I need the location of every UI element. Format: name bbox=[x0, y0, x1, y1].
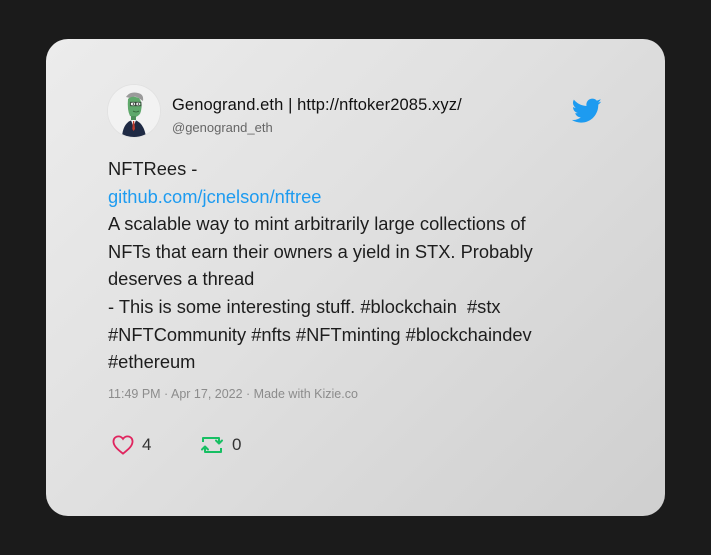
retweet-button[interactable]: 0 bbox=[200, 429, 241, 461]
tweet-line: NFTs that earn their owners a yield in S… bbox=[108, 240, 533, 262]
user-display-name[interactable]: Genogrand.eth | http://nftoker2085.xyz/ bbox=[172, 96, 462, 115]
tweet-line: deserves a thread bbox=[108, 268, 255, 290]
tweet-line: - This is some interesting stuff. #block… bbox=[108, 295, 501, 317]
retweet-icon bbox=[201, 437, 223, 453]
retweet-count: 0 bbox=[232, 435, 242, 454]
user-handle[interactable]: @genogrand_eth bbox=[172, 120, 273, 135]
tweet-card: Genogrand.eth | http://nftoker2085.xyz/ … bbox=[46, 39, 665, 516]
tweet-line: #NFTCommunity #nfts #NFTminting #blockch… bbox=[108, 323, 532, 345]
tweet-line: NFTRees - bbox=[108, 158, 198, 179]
tweet-text: NFTRees - github.com/jcnelson/nftree A s… bbox=[108, 155, 588, 376]
like-button[interactable]: 4 bbox=[112, 429, 151, 461]
like-count: 4 bbox=[142, 435, 152, 454]
avatar[interactable] bbox=[108, 85, 160, 137]
tweet-line: #ethereum bbox=[108, 351, 196, 373]
tweet-link[interactable]: github.com/jcnelson/nftree bbox=[108, 183, 588, 211]
tweet-line: A scalable way to mint arbitrarily large… bbox=[108, 213, 526, 235]
tweet-timestamp: 11:49 PM · Apr 17, 2022 · Made with Kizi… bbox=[108, 387, 358, 401]
heart-icon bbox=[112, 435, 134, 455]
nft-character-avatar bbox=[108, 85, 160, 137]
twitter-bird-icon[interactable] bbox=[571, 98, 602, 124]
